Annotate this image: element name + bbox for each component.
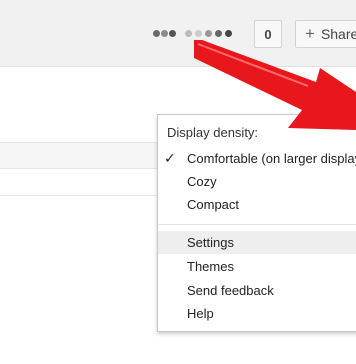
menu-item-label: Themes: [187, 259, 234, 274]
background-list-row: [0, 142, 160, 169]
menu-item-themes[interactable]: Themes: [158, 255, 356, 278]
density-option-cozy[interactable]: Cozy: [158, 170, 356, 193]
settings-dropdown-menu: Display density: ✓ Comfortable (on large…: [157, 114, 356, 332]
menu-item-label: Send feedback: [187, 283, 274, 298]
menu-item-help[interactable]: Help: [158, 302, 356, 325]
menu-item-label: Compact: [187, 197, 240, 212]
menu-item-send-feedback[interactable]: Send feedback: [158, 279, 356, 302]
density-option-compact[interactable]: Compact: [158, 193, 356, 216]
menu-divider: [158, 224, 356, 225]
density-option-comfortable[interactable]: ✓ Comfortable (on larger displays): [158, 147, 356, 170]
checkmark-icon: ✓: [164, 150, 176, 166]
red-arrow-shape: [194, 40, 356, 130]
menu-item-label: Cozy: [187, 174, 217, 189]
red-arrow-annotation: [194, 40, 356, 130]
menu-item-label: Settings: [187, 235, 234, 250]
menu-item-label: Comfortable (on larger displays): [187, 151, 356, 166]
menu-item-settings[interactable]: Settings: [158, 231, 356, 254]
menu-item-label: Help: [187, 306, 214, 321]
background-list-row: [0, 168, 160, 196]
